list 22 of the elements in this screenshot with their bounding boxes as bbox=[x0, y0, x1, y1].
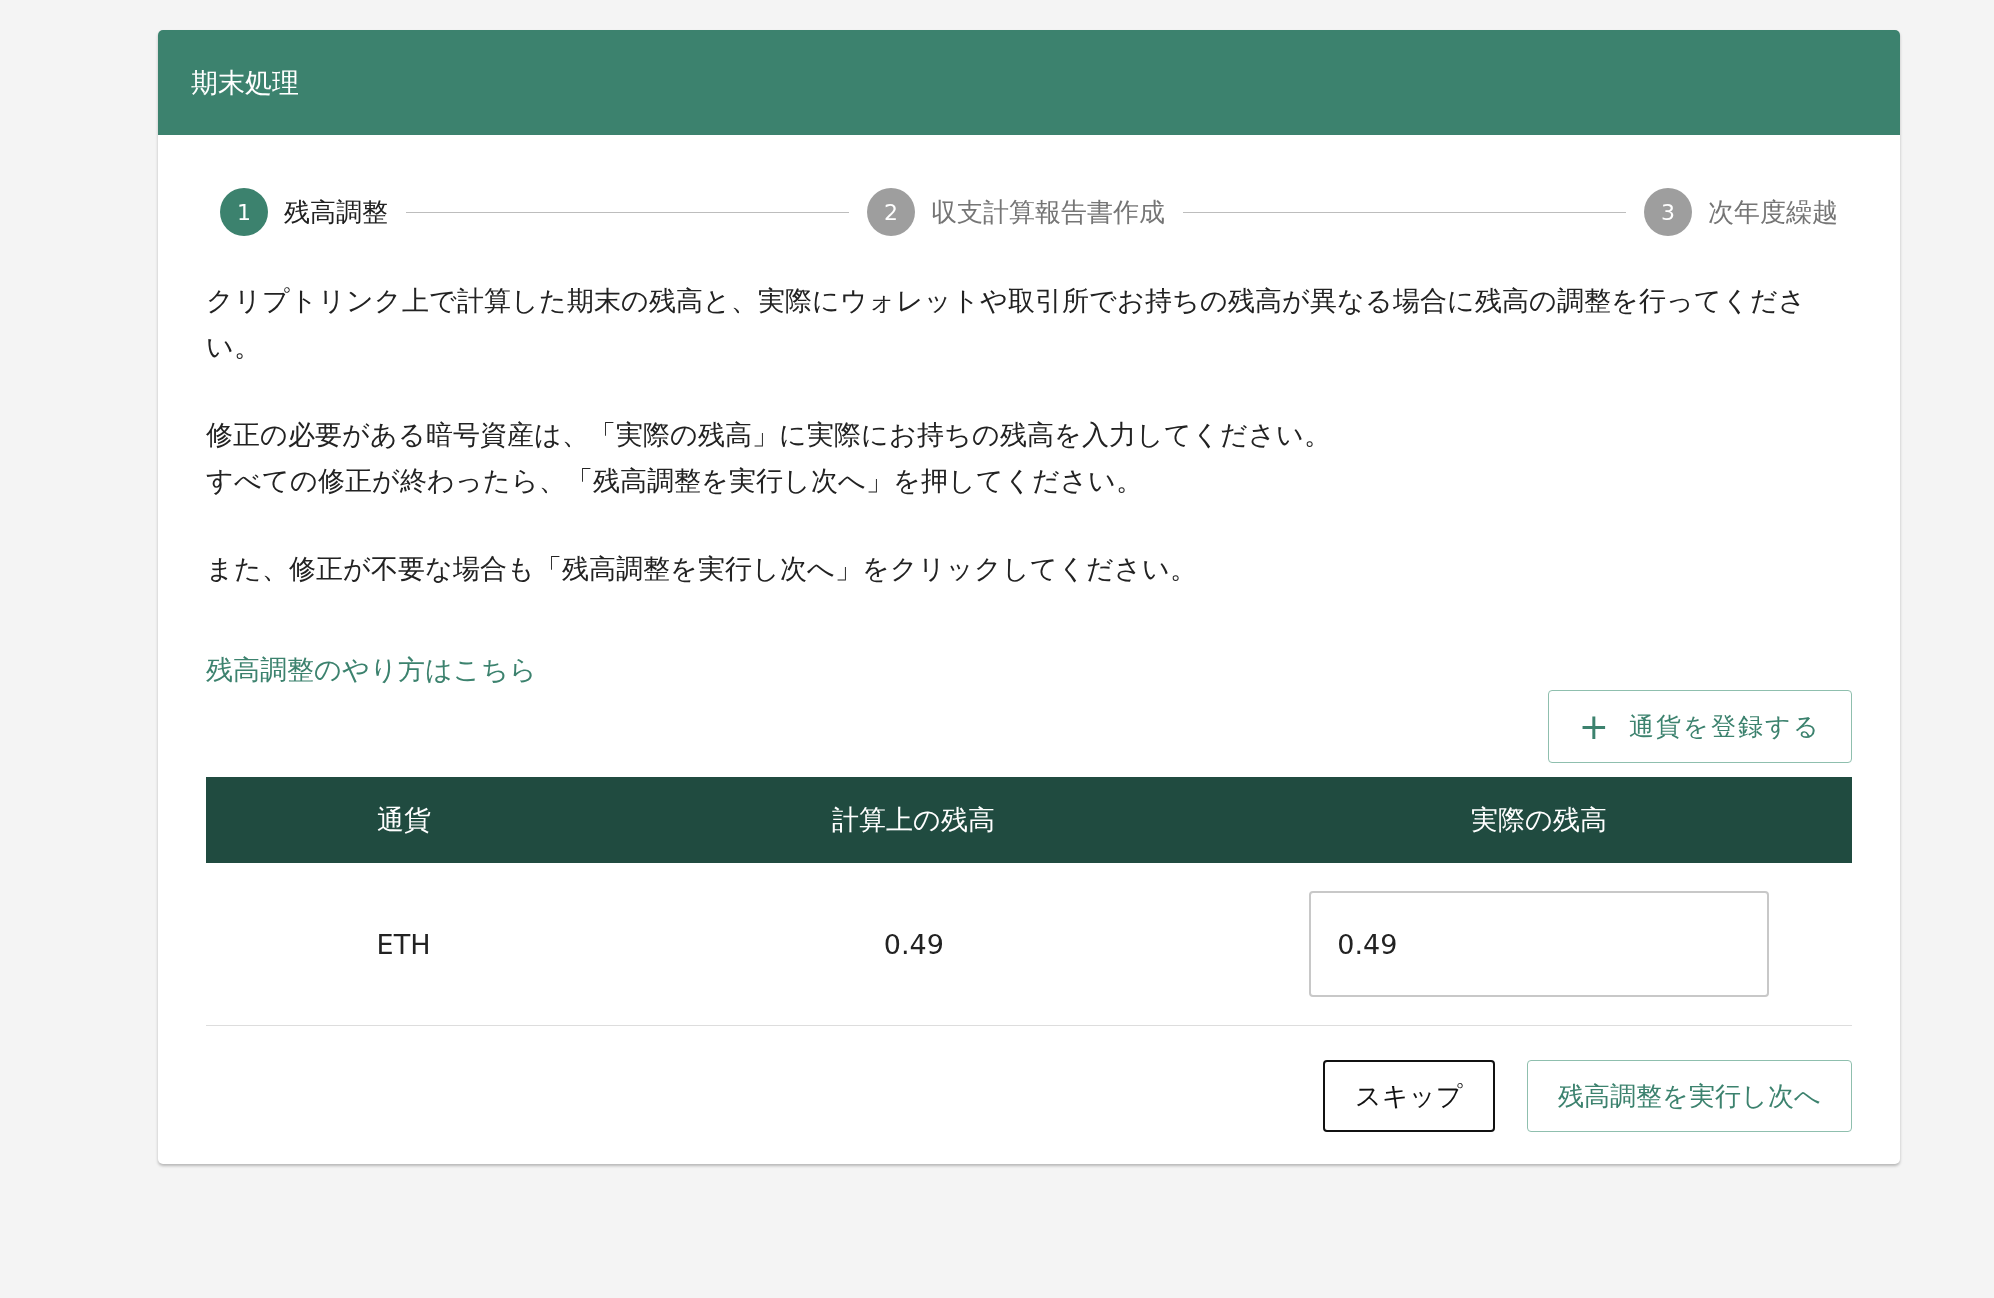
instruction-text: 修正の必要がある暗号資産は、「実際の残高」に実際にお持ちの残高を入力してください。 bbox=[206, 418, 1332, 452]
plus-icon: + bbox=[1578, 708, 1611, 745]
instruction-text: また、修正が不要な場合も「残高調整を実行し次へ」をクリックしてください。 bbox=[206, 552, 1198, 586]
column-header: 通貨 bbox=[206, 777, 602, 863]
balance-input-field[interactable]: 0.49 bbox=[1309, 891, 1770, 997]
column-header: 実際の残高 bbox=[1226, 777, 1852, 863]
step-label: 次年度繰越 bbox=[1708, 195, 1838, 229]
next-button[interactable]: 残高調整を実行し次へ bbox=[1527, 1060, 1852, 1132]
step-number: 1 bbox=[220, 188, 268, 236]
instruction-text: すべての修正が終わったら、「残高調整を実行し次へ」を押してください。 bbox=[206, 464, 1144, 498]
help-link[interactable]: 残高調整のやり方はこちら bbox=[206, 652, 537, 688]
step-number: 3 bbox=[1644, 188, 1692, 236]
column-header: 計算上の残高 bbox=[601, 777, 1227, 863]
step-label: 残高調整 bbox=[284, 195, 388, 229]
skip-button[interactable]: スキップ bbox=[1323, 1060, 1495, 1132]
card-title: 期末処理 bbox=[191, 65, 299, 100]
table-cell: 0.49 bbox=[883, 928, 944, 960]
step-label: 収支計算報告書作成 bbox=[931, 195, 1165, 229]
table-cell: ETH bbox=[376, 928, 431, 960]
step-number: 2 bbox=[867, 188, 915, 236]
instruction-text: クリプトリンク上で計算した期末の残高と、実際にウォレットや取引所でお持ちの残高が異なる場合に残高の調整を行ってください。 bbox=[206, 284, 1807, 364]
register-currency-button[interactable]: + 通貨を登録する bbox=[1547, 690, 1852, 763]
